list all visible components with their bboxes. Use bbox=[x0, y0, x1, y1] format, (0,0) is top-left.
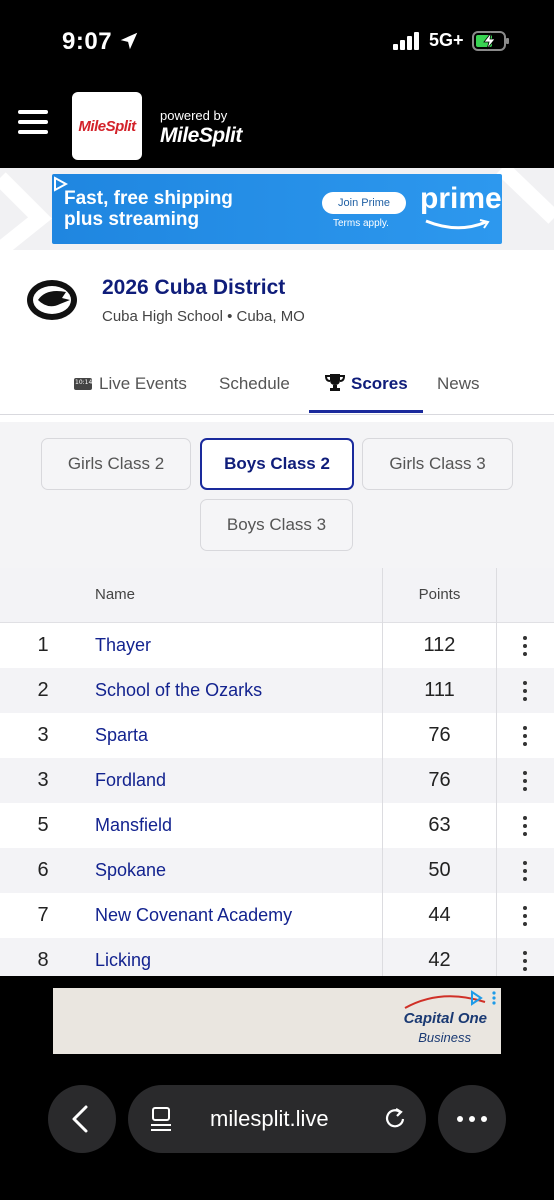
tab-live-events[interactable]: Live Events bbox=[74, 364, 187, 412]
chip-boys-class-2[interactable]: Boys Class 2 bbox=[200, 438, 354, 490]
meet-title[interactable]: 2026 Cuba District bbox=[102, 276, 285, 300]
ad-brand: Capital One bbox=[403, 1010, 487, 1027]
row-more-icon[interactable] bbox=[496, 725, 554, 747]
row-points: 76 bbox=[428, 769, 451, 791]
capital-one-ad[interactable]: Capital One Business bbox=[53, 988, 501, 1054]
more-dots-icon bbox=[457, 1116, 487, 1122]
back-button[interactable] bbox=[48, 1085, 116, 1153]
row-rank: 6 bbox=[37, 859, 49, 881]
table-header: Name Points bbox=[0, 568, 554, 623]
row-points: 112 bbox=[423, 634, 456, 656]
row-rank: 3 bbox=[37, 769, 49, 791]
app-header: MileSplit powered by MileSplit bbox=[0, 88, 554, 168]
table-row[interactable]: 7 New Covenant Academy 44 bbox=[0, 893, 554, 938]
table-row[interactable]: 1 Thayer 112 bbox=[0, 623, 554, 668]
row-team-link[interactable]: Thayer bbox=[95, 635, 151, 656]
battery-charging-icon bbox=[472, 31, 509, 51]
adchoices-icon[interactable] bbox=[469, 990, 499, 1006]
row-rank: 2 bbox=[37, 679, 49, 701]
url-text: milesplit.live bbox=[210, 1106, 329, 1131]
ad-banner-area: Fast, free shipping plus streaming Join … bbox=[0, 168, 554, 250]
ad-terms: Terms apply. bbox=[333, 218, 389, 229]
table-row[interactable]: 8 Licking 42 bbox=[0, 938, 554, 976]
row-team-link[interactable]: Licking bbox=[95, 950, 151, 971]
row-more-icon[interactable] bbox=[496, 815, 554, 837]
tab-news[interactable]: News bbox=[437, 364, 480, 412]
row-points: 44 bbox=[428, 904, 451, 926]
tab-label: Live Events bbox=[99, 374, 187, 393]
reload-icon[interactable] bbox=[382, 1106, 408, 1132]
logo-text: MileSplit bbox=[78, 117, 136, 135]
column-divider bbox=[382, 568, 383, 976]
status-bar: 9:07 5G+ bbox=[0, 0, 554, 88]
column-header-name[interactable]: Name bbox=[95, 586, 135, 603]
ad-headline-line1: Fast, free shipping bbox=[64, 188, 233, 209]
ad-headline-line2: plus streaming bbox=[64, 209, 200, 230]
row-team-link[interactable]: New Covenant Academy bbox=[95, 905, 292, 926]
tabs-divider bbox=[0, 414, 554, 415]
row-more-icon[interactable] bbox=[496, 680, 554, 702]
column-header-points[interactable]: Points bbox=[383, 586, 496, 603]
amazon-smile-icon bbox=[425, 219, 490, 230]
row-rank: 3 bbox=[37, 724, 49, 746]
page-menu-icon[interactable] bbox=[148, 1106, 174, 1132]
tab-schedule[interactable]: Schedule bbox=[219, 364, 290, 412]
more-button[interactable] bbox=[438, 1085, 506, 1153]
chip-girls-class-3[interactable]: Girls Class 3 bbox=[362, 438, 513, 490]
powered-by-label: powered by bbox=[160, 108, 228, 123]
division-selector: Girls Class 2 Boys Class 2 Girls Class 3… bbox=[0, 422, 554, 568]
table-row[interactable]: 5 Mansfield 63 bbox=[0, 803, 554, 848]
row-more-icon[interactable] bbox=[496, 635, 554, 657]
tab-label: Scores bbox=[351, 374, 408, 393]
meet-subtitle: Cuba High School • Cuba, MO bbox=[102, 308, 305, 325]
row-points: 42 bbox=[428, 949, 451, 971]
network-type: 5G+ bbox=[429, 30, 464, 50]
row-points: 111 bbox=[424, 679, 455, 701]
address-bar[interactable]: milesplit.live bbox=[128, 1085, 426, 1153]
row-points: 76 bbox=[428, 724, 451, 746]
live-clock-icon bbox=[74, 378, 92, 390]
row-rank: 8 bbox=[37, 949, 49, 971]
row-rank: 1 bbox=[37, 634, 49, 656]
table-row[interactable]: 6 Spokane 50 bbox=[0, 848, 554, 893]
prime-ad[interactable]: Fast, free shipping plus streaming Join … bbox=[52, 174, 502, 244]
row-more-icon[interactable] bbox=[496, 950, 554, 972]
row-team-link[interactable]: Mansfield bbox=[95, 815, 172, 836]
join-prime-button[interactable]: Join Prime bbox=[322, 192, 406, 214]
prime-logo: prime bbox=[420, 182, 502, 215]
location-arrow-icon bbox=[120, 32, 138, 50]
table-row[interactable]: 3 Sparta 76 bbox=[0, 713, 554, 758]
row-team-link[interactable]: Spokane bbox=[95, 860, 166, 881]
row-more-icon[interactable] bbox=[496, 905, 554, 927]
row-points: 50 bbox=[428, 859, 451, 881]
row-rank: 7 bbox=[37, 904, 49, 926]
active-tab-indicator bbox=[309, 410, 423, 413]
row-team-link[interactable]: School of the Ozarks bbox=[95, 680, 262, 701]
status-time: 9:07 bbox=[62, 28, 113, 55]
column-divider bbox=[496, 568, 497, 976]
adchoices-icon[interactable] bbox=[52, 176, 68, 192]
chip-girls-class-2[interactable]: Girls Class 2 bbox=[41, 438, 191, 490]
school-logo bbox=[27, 280, 77, 320]
row-points: 63 bbox=[428, 814, 451, 836]
chevron-left-icon bbox=[72, 1105, 88, 1133]
row-more-icon[interactable] bbox=[496, 770, 554, 792]
trophy-icon bbox=[324, 374, 346, 391]
row-team-link[interactable]: Sparta bbox=[95, 725, 148, 746]
menu-icon[interactable] bbox=[18, 110, 48, 134]
table-row[interactable]: 2 School of the Ozarks 111 bbox=[0, 668, 554, 713]
powered-by-logo: MileSplit bbox=[160, 124, 242, 147]
page-content: Fast, free shipping plus streaming Join … bbox=[0, 168, 554, 976]
table-row[interactable]: 3 Fordland 76 bbox=[0, 758, 554, 803]
milesplit-logo[interactable]: MileSplit bbox=[72, 92, 142, 160]
signal-icon bbox=[393, 32, 423, 50]
row-more-icon[interactable] bbox=[496, 860, 554, 882]
row-rank: 5 bbox=[37, 814, 49, 836]
meet-tabs: Live Events Schedule Scores News bbox=[0, 364, 554, 414]
chip-boys-class-3[interactable]: Boys Class 3 bbox=[200, 499, 353, 551]
ad-sub: Business bbox=[418, 1030, 471, 1045]
tab-scores[interactable]: Scores bbox=[324, 364, 408, 412]
row-team-link[interactable]: Fordland bbox=[95, 770, 166, 791]
ad-headline: Fast, free shipping plus streaming bbox=[64, 188, 233, 230]
